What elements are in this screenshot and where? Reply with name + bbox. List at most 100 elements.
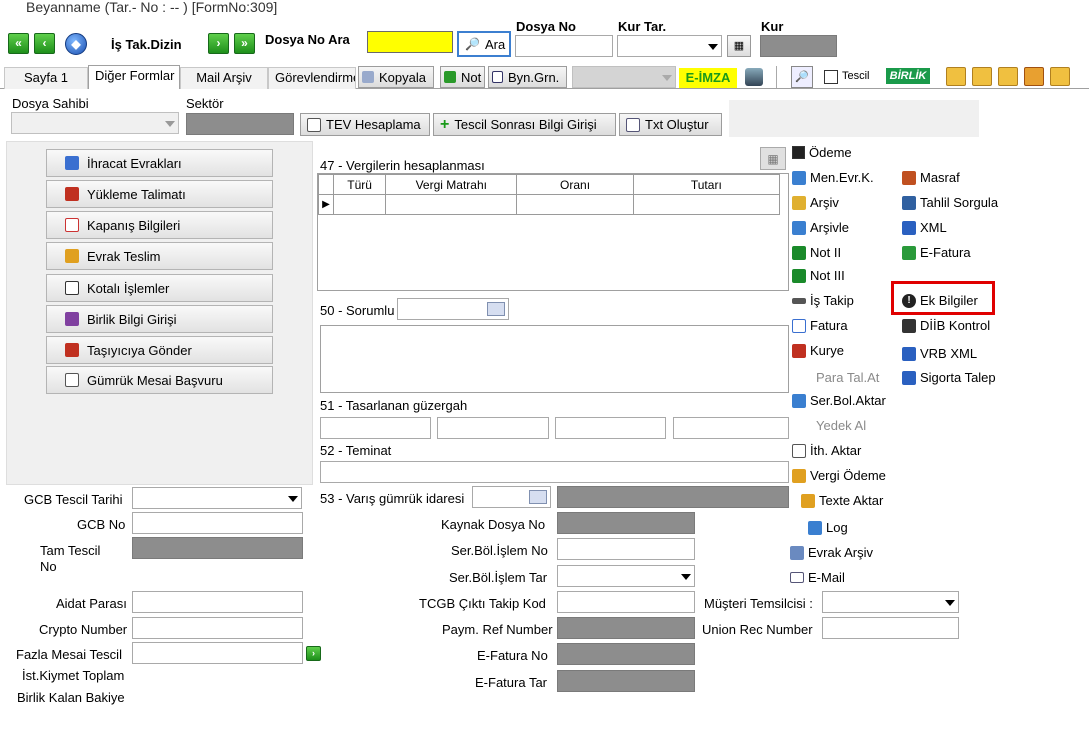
log-icon [808,520,822,535]
tcgb-cikti-input[interactable] [557,591,695,613]
tescil-checkbox[interactable] [824,70,838,84]
table-row[interactable]: ▶ [317,194,781,215]
birlik-bilgi-girisi-button[interactable]: Birlik Bilgi Girişi [46,305,273,333]
preview-icon[interactable]: 🔎 [791,66,813,88]
ser-bol-islem-no-input[interactable] [557,538,695,560]
folder-search-icon[interactable] [1024,67,1044,86]
vergi-grid[interactable]: Türü Vergi Matrahı Oranı Tutarı ▶ [317,173,789,291]
gcb-tescil-tarihi-select[interactable] [132,487,302,509]
tab-sayfa1[interactable]: Sayfa 1 [4,67,88,89]
col-orani: Oranı [516,174,634,195]
ara-button[interactable]: 🔎 Ara [457,31,511,57]
folder-open-icon[interactable] [946,67,966,86]
teminat-label: 52 - Teminat [320,443,392,458]
ith-aktar-link[interactable]: İth. Aktar [792,443,861,458]
sorumlu-select[interactable] [397,298,509,320]
diib-kontrol-link[interactable]: DİİB Kontrol [902,318,990,333]
vrb-xml-icon [902,346,916,361]
e-imza-button[interactable]: E-İMZA [679,68,737,88]
evrak-arsiv-link[interactable]: Evrak Arşiv [790,545,873,560]
gcb-no-input[interactable] [132,512,303,534]
tab-mail-arsiv[interactable]: Mail Arşiv [180,67,268,89]
masraf-link[interactable]: Masraf [902,170,960,185]
txt-olustur-button[interactable]: Txt Oluştur [619,113,722,136]
sigorta-talep-link[interactable]: Sigorta Talep [902,370,996,385]
xml-icon [902,220,916,235]
ser-bol-islem-tar-select[interactable] [557,565,695,587]
last-record-button[interactable]: » [234,33,255,54]
folder-up-icon[interactable] [972,67,992,86]
tab-diger-formlar[interactable]: Diğer Formlar [88,65,180,89]
varis-label: 53 - Varış gümrük idaresi [320,491,465,506]
union-rec-input[interactable] [822,617,959,639]
log-link[interactable]: Log [808,520,848,535]
dosya-no-ara-input[interactable] [367,31,453,53]
first-record-button[interactable]: « [8,33,29,54]
guzergah-4-input[interactable] [673,417,789,439]
fazla-mesai-go-button[interactable]: › [306,646,321,661]
next-record-button[interactable]: › [208,33,229,54]
prev-record-button[interactable]: ‹ [34,33,55,54]
guzergah-3-input[interactable] [555,417,666,439]
tescil-sonrasi-button[interactable]: + Tescil Sonrası Bilgi Girişi [433,113,616,136]
arsiv-link[interactable]: Arşiv [792,195,839,210]
folder-export-icon[interactable] [998,67,1018,86]
paym-ref-label: Paym. Ref Number [442,622,553,637]
odeme-link[interactable]: Ödeme [792,145,852,160]
yukleme-talimati-button[interactable]: Yükleme Talimatı [46,180,273,208]
ek-bilgiler-link[interactable]: ! Ek Bilgiler [902,293,978,308]
usb-key-icon[interactable] [745,68,763,86]
tasiyiciya-gonder-button[interactable]: Taşıyıcıya Gönder [46,336,273,364]
calculator-icon[interactable]: ▦ [760,147,786,170]
musteri-temsilcisi-select[interactable] [822,591,959,613]
texte-aktar-link[interactable]: Texte Aktar [801,493,883,508]
ser-bol-islem-tar-label: Ser.Böl.İşlem Tar [449,570,548,585]
teminat-input[interactable] [320,461,789,483]
tab-gorevlendirme[interactable]: Görevlendirme [268,67,356,89]
e-fatura-link[interactable]: E-Fatura [902,245,971,260]
dosya-sahibi-select[interactable] [11,112,179,134]
tcgb-cikti-label: TCGB Çıktı Takip Kod [419,596,546,611]
birlik-logo[interactable]: BİRLİK [886,68,930,84]
dosya-no-input[interactable] [515,35,613,57]
xml-link[interactable]: XML [902,220,947,235]
tev-hesaplama-button[interactable]: TEV Hesaplama [300,113,430,136]
men-evr-link[interactable]: Men.Evr.K. [792,170,874,185]
calendar-icon[interactable]: ▦ [727,35,751,57]
odeme-checkbox[interactable] [792,146,805,159]
evrak-teslim-button[interactable]: Evrak Teslim [46,242,273,270]
ser-bol-aktar-link[interactable]: Ser.Bol.Aktar [792,393,886,408]
folder-icon[interactable] [1050,67,1070,86]
vrb-xml-link[interactable]: VRB XML [902,346,977,361]
guzergah-2-input[interactable] [437,417,549,439]
aidat-parasi-input[interactable] [132,591,303,613]
tahlil-sorgula-link[interactable]: Tahlil Sorgula [902,195,998,210]
e-mail-link[interactable]: E-Mail [790,570,845,585]
guzergah-1-input[interactable] [320,417,431,439]
byn-grn-button[interactable]: Byn.Grn. [488,66,567,88]
kopyala-button[interactable]: Kopyala [358,66,434,88]
not-iii-icon [792,268,806,283]
gumruk-mesai-basvuru-button[interactable]: Gümrük Mesai Başvuru [46,366,273,394]
not-iii-link[interactable]: Not III [792,268,845,283]
aidat-parasi-label: Aidat Parası [56,596,127,611]
kotali-islemler-button[interactable]: Kotalı İşlemler [46,274,273,302]
fatura-link[interactable]: Fatura [792,318,848,333]
ser-bol-islem-no-label: Ser.Böl.İşlem No [451,543,548,558]
arsivle-link[interactable]: Arşivle [792,220,849,235]
info-icon[interactable]: ◆ [65,33,87,55]
fazla-mesai-input[interactable] [132,642,303,664]
kur-tar-select[interactable] [617,35,722,57]
kapanis-bilgileri-button[interactable]: Kapanış Bilgileri [46,211,273,239]
is-takip-link[interactable]: İş Takip [792,293,854,308]
crypto-number-input[interactable] [132,617,303,639]
kurye-link[interactable]: Kurye [792,343,844,358]
not-button[interactable]: Not [440,66,485,88]
ihracat-evraklari-button[interactable]: İhracat Evrakları [46,149,273,177]
sorumlu-text[interactable] [320,325,789,393]
vergi-odeme-link[interactable]: Vergi Ödeme [792,468,886,483]
is-takip-dizin-label[interactable]: İş Tak.Dizin [111,37,182,52]
varis-select[interactable] [472,486,551,508]
not-ii-link[interactable]: Not II [792,245,841,260]
dosya-no-ara-label: Dosya No Ara [265,32,350,47]
